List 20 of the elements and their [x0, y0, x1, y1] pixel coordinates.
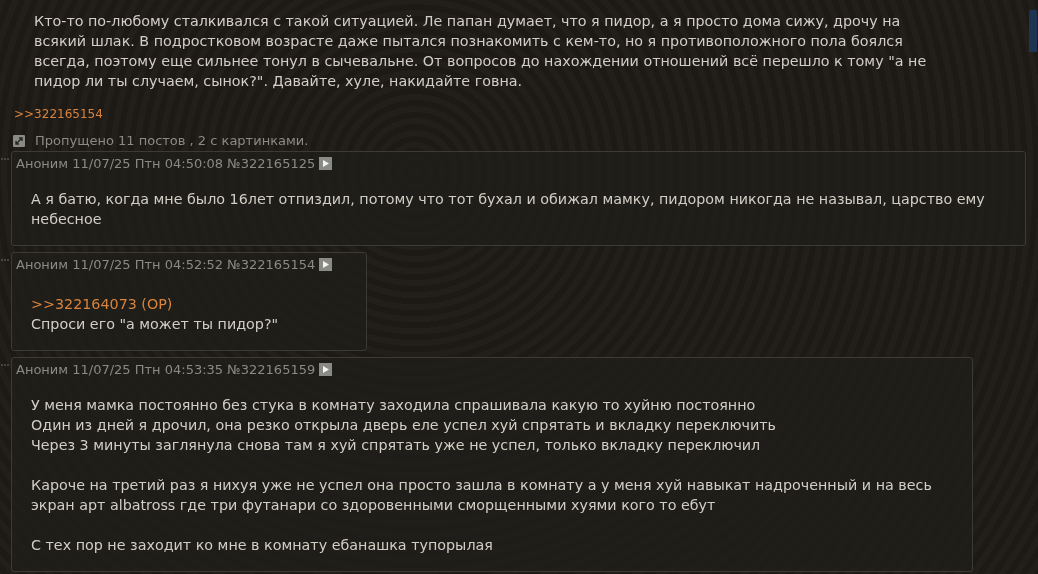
drag-handle-icon[interactable]	[1, 157, 9, 161]
post-text: С тех пор не заходит ко мне в комнату ебанашка тупорылая	[31, 536, 494, 555]
post-text: У меня мамка постоянно без стука в комнату заходила спрашивала какую то хуйню постоянно Один из дней я дрочил, она резко открыла дверь еле успел хуй спрятать и вкладку переключить Через 3 минуты заглянула снова там я хуй спрятать уже не успел, только вкладку переключил	[31, 396, 777, 455]
play-icon[interactable]	[319, 363, 333, 376]
play-icon[interactable]	[319, 157, 333, 170]
post-text: Спроси его "а может ты пидор?"	[31, 315, 280, 334]
reply-link[interactable]: >>322164073 (OP)	[31, 294, 326, 314]
play-icon[interactable]	[319, 258, 333, 271]
post-text: Кто-то по-любому сталкивался с такой ситуацией. Ле папан думает, что я пидор, а я просто дома сижу, дрочу на всякий шлак. В подростковом возрасте даже пытался познакомить с кем-то, но я противоположного пола боялся всегда, поэтому еще сильнее тонул в сычевальне. От вопросов до нахождении отношений всё перешло к тому "а не пидор ли ты случаем, сынок?". Давайте, хуле, накидайте говна.	[34, 12, 928, 91]
omitted-posts-notice: Пропущено 11 постов , 2 с картинками.	[35, 133, 309, 148]
post-text: А я батю, когда мне было 16лет отпиздил, потому что тот бухал и обижал мамку, пидором никогда не называл, царство ему небесное	[31, 190, 985, 229]
drag-handle-icon[interactable]	[1, 363, 9, 367]
post-header: Аноним 11/07/25 Птн 04:52:52 №322165154	[16, 257, 316, 272]
scrollbar-thumb[interactable]	[1029, 10, 1037, 52]
expand-icon[interactable]	[13, 134, 25, 147]
drag-handle-icon[interactable]	[1, 258, 9, 262]
post-header: Аноним 11/07/25 Птн 04:53:35 №322165159	[16, 362, 316, 377]
post-text: Кароче на третий раз я нихуя уже не успел она просто зашла в комнату а у меня хуй навыкат надроченный и на весь экран арт albatross где три футанари со здоровенными сморщенными хуями кого то ебут	[31, 476, 932, 515]
post-header: Аноним 11/07/25 Птн 04:50:08 №322165125	[16, 156, 316, 171]
reply-link[interactable]: >>322165154	[14, 107, 103, 121]
